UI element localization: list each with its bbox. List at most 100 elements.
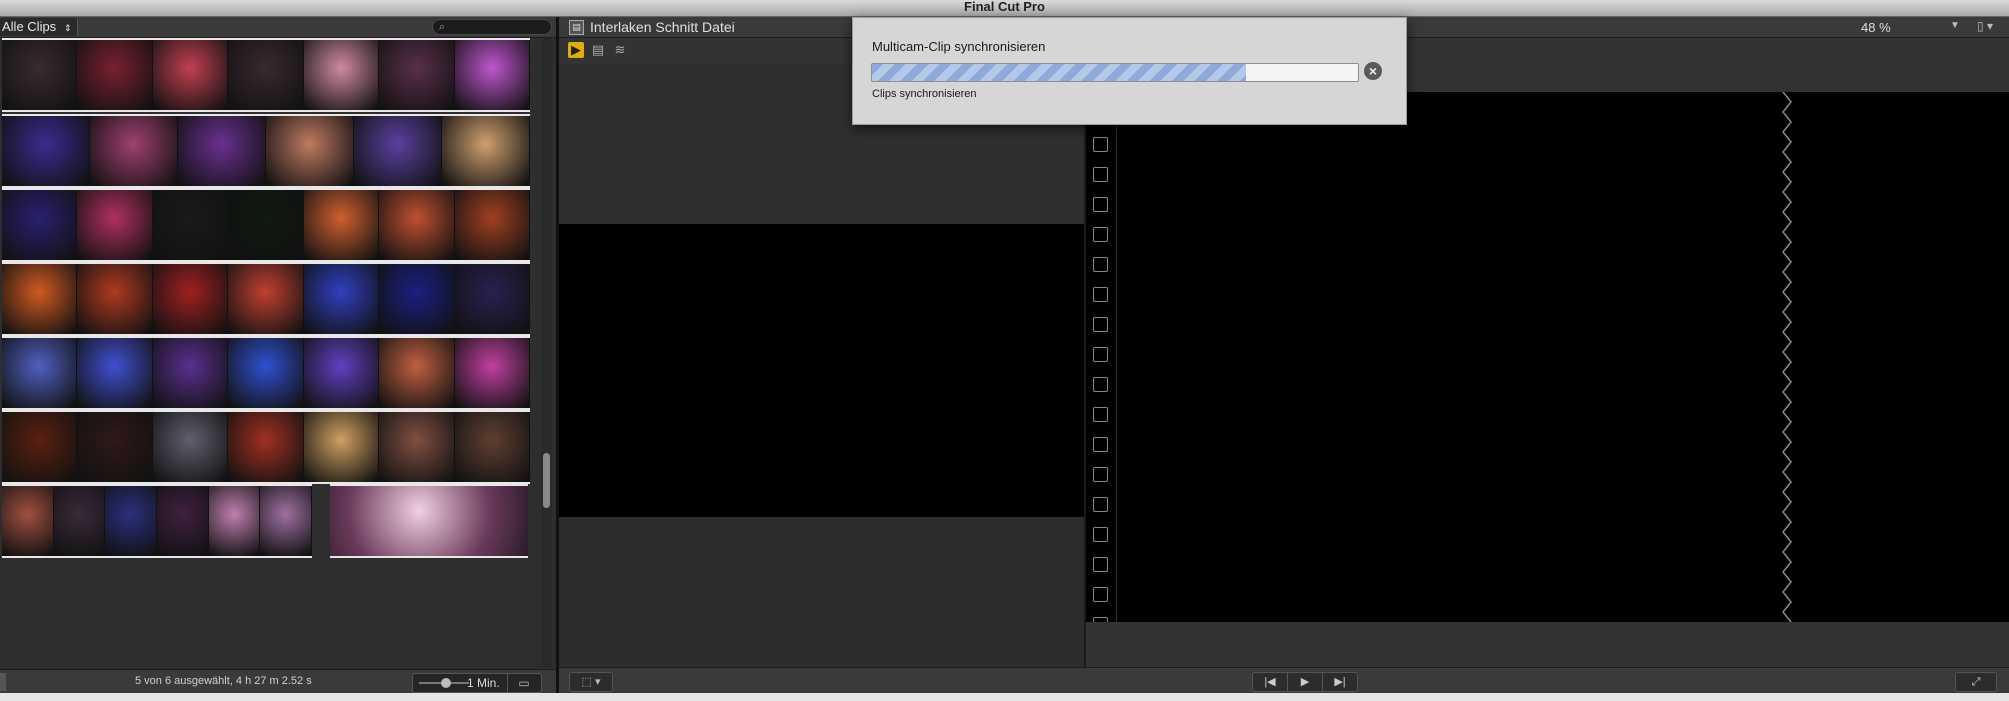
sprocket-hole (1093, 137, 1108, 152)
clip-filmstrip[interactable] (2, 114, 530, 188)
scroll-thumb[interactable] (543, 453, 550, 508)
dialog-status: Clips synchronisieren (872, 88, 977, 100)
browser-scrollbar[interactable] (542, 38, 552, 668)
thumbnail-frame (208, 486, 261, 556)
thumbnail-frame (105, 486, 158, 556)
browser-statusbar: 5 von 6 ausgewählt, 4 h 27 m 2.52 s 1 Mi… (0, 669, 556, 694)
sprocket-hole (1093, 437, 1108, 452)
clip-filmstrip[interactable] (330, 484, 528, 558)
updown-arrows-icon: ⇕ (63, 23, 72, 33)
transform-button[interactable]: ⬚ ▾ (569, 672, 613, 692)
thumbnail-frame (2, 412, 78, 482)
thumbnail-frame (152, 338, 229, 408)
thumbnail-frame (77, 412, 153, 482)
sprocket-hole (1093, 557, 1108, 572)
video-only-icon[interactable]: ▤ (590, 42, 606, 58)
audio-waveform-icon[interactable]: ≋ (612, 42, 628, 58)
chevron-down-icon[interactable]: ▼ (1950, 20, 1960, 31)
thumbnail-frame (379, 412, 455, 482)
clip-filmstrip[interactable] (2, 38, 530, 112)
next-edit-icon[interactable]: ▶| (1323, 673, 1357, 691)
thumbnail-frame (303, 40, 380, 110)
sprocket-hole (1093, 317, 1108, 332)
thumbnail-frame (454, 264, 530, 334)
angle-area-bottom (559, 517, 1084, 667)
search-input[interactable]: ⌕ (432, 19, 552, 35)
thumbnail-frame (228, 412, 304, 482)
clip-filmstrip[interactable] (2, 336, 530, 410)
clips-filter-label: Alle Clips (2, 19, 57, 34)
clapper-icon: ▤ (569, 20, 584, 35)
clip-filmstrip[interactable] (2, 484, 313, 558)
thumbnail-frame (53, 486, 106, 556)
search-icon: ⌕ (439, 21, 446, 33)
angle-viewer[interactable] (559, 224, 1084, 517)
sync-progress-dialog: Multicam-Clip synchronisieren × Clips sy… (852, 17, 1407, 125)
sprocket-hole (1093, 467, 1108, 482)
progress-bar (871, 63, 1359, 82)
thumbnail-frame (157, 486, 209, 556)
thumbnail-frame (2, 486, 54, 556)
thumbnail-frame (354, 116, 442, 186)
sprocket-hole (1093, 587, 1108, 602)
clip-end-zigzag (1782, 92, 1792, 622)
thumbnail-frame (77, 40, 153, 110)
sprocket-hole (1093, 287, 1108, 302)
clip-zoom-control[interactable]: 1 Min. ▭ (412, 673, 542, 693)
dialog-title: Multicam-Clip synchronisieren (872, 39, 1046, 54)
viewer-controls: ⬚ ▾ |◀ ▶ ▶| ⤢ (559, 667, 2009, 694)
thumbnail-frame (152, 412, 229, 482)
clips-filter-select[interactable]: Alle Clips ⇕ (0, 18, 79, 36)
corner-button[interactable] (0, 673, 6, 691)
thumbnail-frame (379, 40, 455, 110)
thumbnail-frame (178, 116, 266, 186)
thumbnail-frame (228, 190, 304, 260)
clip-filmstrip[interactable] (2, 262, 530, 336)
app-title: Final Cut Pro (0, 0, 2009, 17)
sprocket-hole (1093, 527, 1108, 542)
thumbnail-frame (152, 190, 229, 260)
thumbnail-frame (77, 190, 153, 260)
play-icon[interactable]: ▶ (1288, 673, 1323, 691)
thumbnail-frame (379, 264, 455, 334)
thumbnail-frame (454, 412, 530, 482)
cancel-icon[interactable]: × (1364, 62, 1382, 80)
thumbnail-frame (90, 116, 178, 186)
thumbnail-frame (2, 116, 90, 186)
thumbnail-frame (77, 338, 153, 408)
previous-edit-icon[interactable]: |◀ (1253, 673, 1288, 691)
thumbnail-frame (442, 116, 530, 186)
clip-filmstrips (0, 38, 530, 668)
browser-toolbar: Alle Clips ⇕ ⌕ (0, 17, 556, 38)
view-options-icon[interactable]: ▯ ▾ (1977, 19, 1993, 33)
thumbnail-frame (228, 40, 304, 110)
thumbnail-frame (303, 412, 380, 482)
main-viewer[interactable] (1086, 92, 2009, 632)
viewer-zoom-value[interactable]: 48 % (1861, 20, 1891, 35)
clip-filmstrip[interactable] (2, 410, 530, 484)
thumbnail-frame (152, 264, 229, 334)
thumbnail-frame (379, 338, 455, 408)
thumbnail-frame (266, 116, 354, 186)
thumbnail-frame (228, 338, 304, 408)
sprocket-hole (1093, 377, 1108, 392)
zoom-slider-knob[interactable] (441, 678, 451, 688)
zoom-label: 1 Min. (467, 676, 500, 690)
clip-filmstrip[interactable] (2, 188, 530, 262)
sprocket-hole (1093, 197, 1108, 212)
thumbnail-frame (228, 264, 304, 334)
video-audio-switch-icon[interactable]: ▶ (568, 42, 584, 58)
zoom-slider[interactable] (419, 678, 469, 688)
sprocket-hole (1093, 347, 1108, 362)
thumbnail-frame (2, 190, 78, 260)
thumbnail-frame (303, 264, 380, 334)
fullscreen-icon[interactable]: ⤢ (1955, 672, 1997, 692)
main-viewer-footer (1086, 622, 2009, 667)
thumbnail-frame (454, 338, 530, 408)
thumbnail-frame (2, 40, 78, 110)
thumbnail-frame (260, 486, 313, 556)
event-browser: Alle Clips ⇕ ⌕ 5 von 6 ausgewählt, 4 h 2… (0, 17, 556, 694)
clip-appearance-button[interactable]: ▭ (507, 674, 540, 692)
thumbnail-frame (77, 264, 153, 334)
thumbnail-frame (2, 338, 78, 408)
